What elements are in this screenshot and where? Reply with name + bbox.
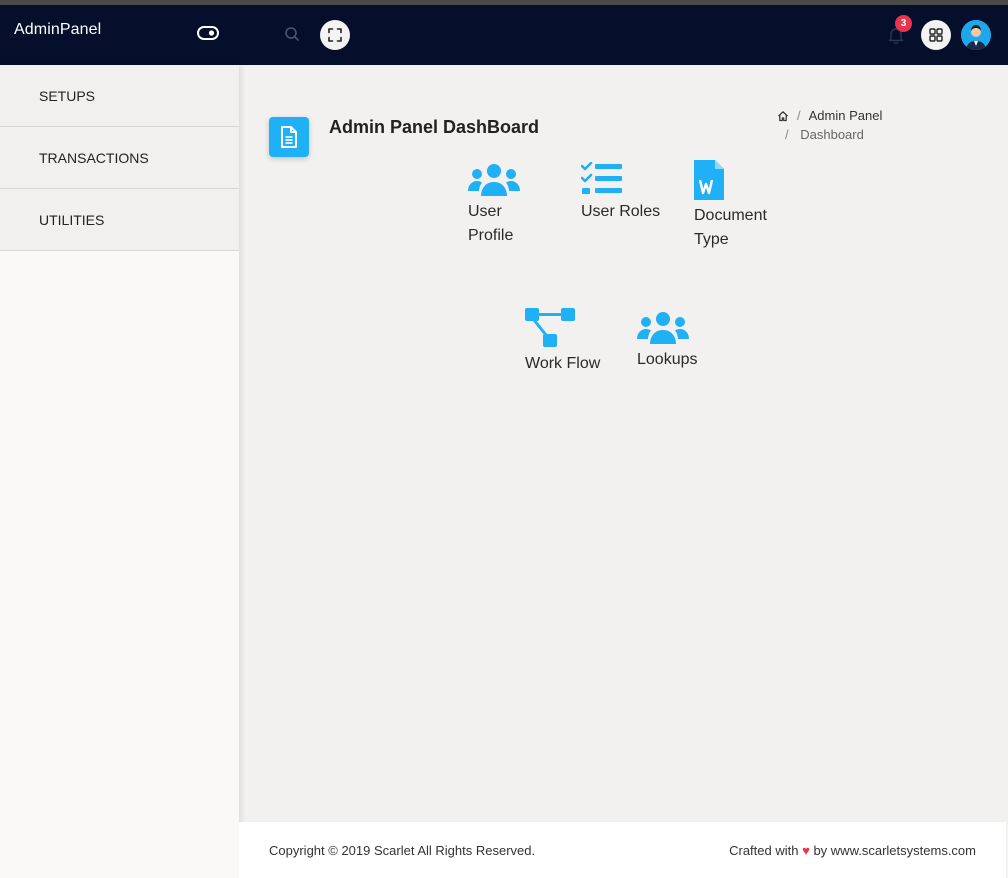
fullscreen-button[interactable] [320, 20, 350, 50]
tile-work-flow[interactable]: Work Flow [525, 308, 600, 376]
notification-badge: 3 [895, 15, 912, 32]
sidebar-item-label: UTILITIES [39, 211, 105, 228]
sidebar: SETUPS TRANSACTIONS UTILITIES [0, 65, 239, 878]
sidebar-item-setups[interactable]: SETUPS [0, 65, 239, 127]
tile-label: User Roles [581, 203, 661, 220]
footer-copyright: Copyright © 2019 Scarlet All Rights Rese… [269, 843, 536, 858]
breadcrumb-current: Dashboard [800, 127, 864, 142]
sidebar-item-transactions[interactable]: TRANSACTIONS [0, 127, 239, 189]
grid-icon [929, 28, 943, 42]
file-text-icon [281, 126, 297, 148]
tile-label: Document Type [694, 207, 767, 248]
breadcrumb-separator: / [797, 108, 801, 123]
page-header-icon [269, 117, 309, 157]
footer-credit-suffix[interactable]: by www.scarletsystems.com [813, 843, 976, 858]
sidebar-item-label: TRANSACTIONS [39, 149, 149, 166]
expand-icon [328, 28, 342, 42]
tile-label: User Profile [468, 203, 514, 244]
tile-user-roles[interactable]: User Roles [581, 162, 660, 224]
word-document-icon [694, 160, 724, 200]
tile-lookups[interactable]: Lookups [637, 310, 698, 372]
top-navbar: AdminPanel 3 [0, 5, 1008, 65]
user-avatar[interactable] [961, 20, 991, 50]
users-icon [468, 164, 520, 196]
footer-credit: Crafted with ♥ by www.scarletsystems.com [729, 843, 976, 858]
apps-button[interactable] [921, 20, 951, 50]
sidebar-item-utilities[interactable]: UTILITIES [0, 189, 239, 251]
home-icon[interactable] [777, 110, 789, 122]
tile-user-profile[interactable]: User Profile [468, 162, 520, 248]
footer-credit-prefix: Crafted with [729, 843, 799, 858]
workflow-icon [525, 308, 575, 347]
tile-document-type[interactable]: Document Type [694, 160, 767, 252]
heart-icon: ♥ [802, 843, 810, 858]
brand-logo[interactable]: AdminPanel [14, 21, 101, 39]
search-icon[interactable] [284, 26, 300, 42]
breadcrumb: / Admin Panel [777, 108, 882, 123]
sidebar-toggle-icon[interactable] [197, 26, 219, 40]
tile-label: Work Flow [525, 355, 601, 372]
footer: Copyright © 2019 Scarlet All Rights Rese… [239, 822, 1006, 878]
sidebar-item-label: SETUPS [39, 87, 96, 104]
breadcrumb-current-row: / Dashboard [785, 127, 864, 142]
tile-label: Lookups [637, 351, 698, 368]
page-title: Admin Panel DashBoard [329, 117, 540, 137]
users-icon [637, 312, 689, 344]
checklist-icon [581, 162, 622, 194]
breadcrumb-separator: / [785, 127, 789, 142]
breadcrumb-parent[interactable]: Admin Panel [809, 108, 883, 123]
